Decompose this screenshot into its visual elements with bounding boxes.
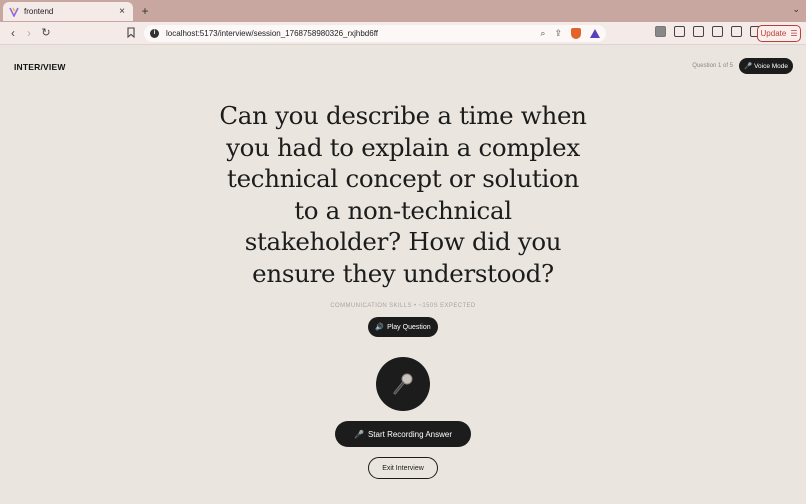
microphone-button[interactable] (376, 357, 430, 411)
browser-toolbar: ‹ › ↻ i localhost:5173/interview/session… (0, 22, 806, 45)
vite-logo-icon (9, 7, 19, 17)
bookmark-icon[interactable] (127, 27, 135, 38)
exit-interview-button[interactable]: Exit Interview (368, 457, 438, 479)
play-question-button[interactable]: 🔊 Play Question (368, 317, 438, 337)
share-icon[interactable]: ⇪ (554, 28, 562, 39)
microphone-icon: 🎤 (353, 429, 364, 439)
menu-icon: ☰ (790, 29, 798, 38)
speaker-icon: 🔊 (375, 324, 385, 331)
brave-shields-icon[interactable] (571, 28, 581, 39)
start-recording-button[interactable]: 🎤 Start Recording Answer (335, 421, 471, 447)
site-info-icon[interactable]: i (150, 29, 159, 38)
update-label: Update (760, 29, 787, 38)
tab-close-icon[interactable]: × (117, 6, 127, 17)
url-text[interactable]: localhost:5173/interview/session_1768758… (166, 29, 540, 38)
voice-mode-label: Voice Mode (754, 62, 789, 70)
question-text: Can you describe a time when you had to … (219, 101, 587, 288)
update-button[interactable]: Update ☰ (757, 25, 801, 42)
start-recording-label: Start Recording Answer (367, 429, 452, 439)
wallet-icon[interactable] (712, 26, 723, 37)
puzzle-icon[interactable] (674, 26, 685, 37)
brave-rewards-icon[interactable] (590, 29, 600, 38)
reload-icon[interactable]: ↻ (39, 26, 53, 40)
sidebar-icon[interactable] (693, 26, 704, 37)
extension-icon[interactable] (655, 26, 666, 37)
question-meta: COMMUNICATION SKILLS • ~150S EXPECTED (330, 303, 476, 309)
zoom-icon[interactable]: ⌕ (540, 28, 545, 39)
back-icon[interactable]: ‹ (6, 26, 20, 40)
play-question-label: Play Question (387, 323, 431, 331)
leo-icon[interactable] (731, 26, 742, 37)
address-bar[interactable]: i localhost:5173/interview/session_17687… (144, 25, 606, 42)
tab-strip: frontend × + ⌄ (0, 0, 806, 22)
tab-title: frontend (24, 7, 54, 16)
forward-icon[interactable]: › (22, 26, 36, 40)
question-progress: Question 1 of 5 (692, 63, 733, 69)
brand-logo: INTER/VIEW (14, 62, 66, 72)
tab-menu-icon[interactable]: ⌄ (792, 4, 800, 15)
microphone-icon (393, 373, 413, 395)
browser-tab[interactable]: frontend × (3, 2, 133, 21)
microphone-icon: 🎤 (743, 63, 753, 70)
voice-mode-button[interactable]: 🎤 Voice Mode (739, 58, 793, 74)
new-tab-icon[interactable]: + (139, 3, 151, 19)
